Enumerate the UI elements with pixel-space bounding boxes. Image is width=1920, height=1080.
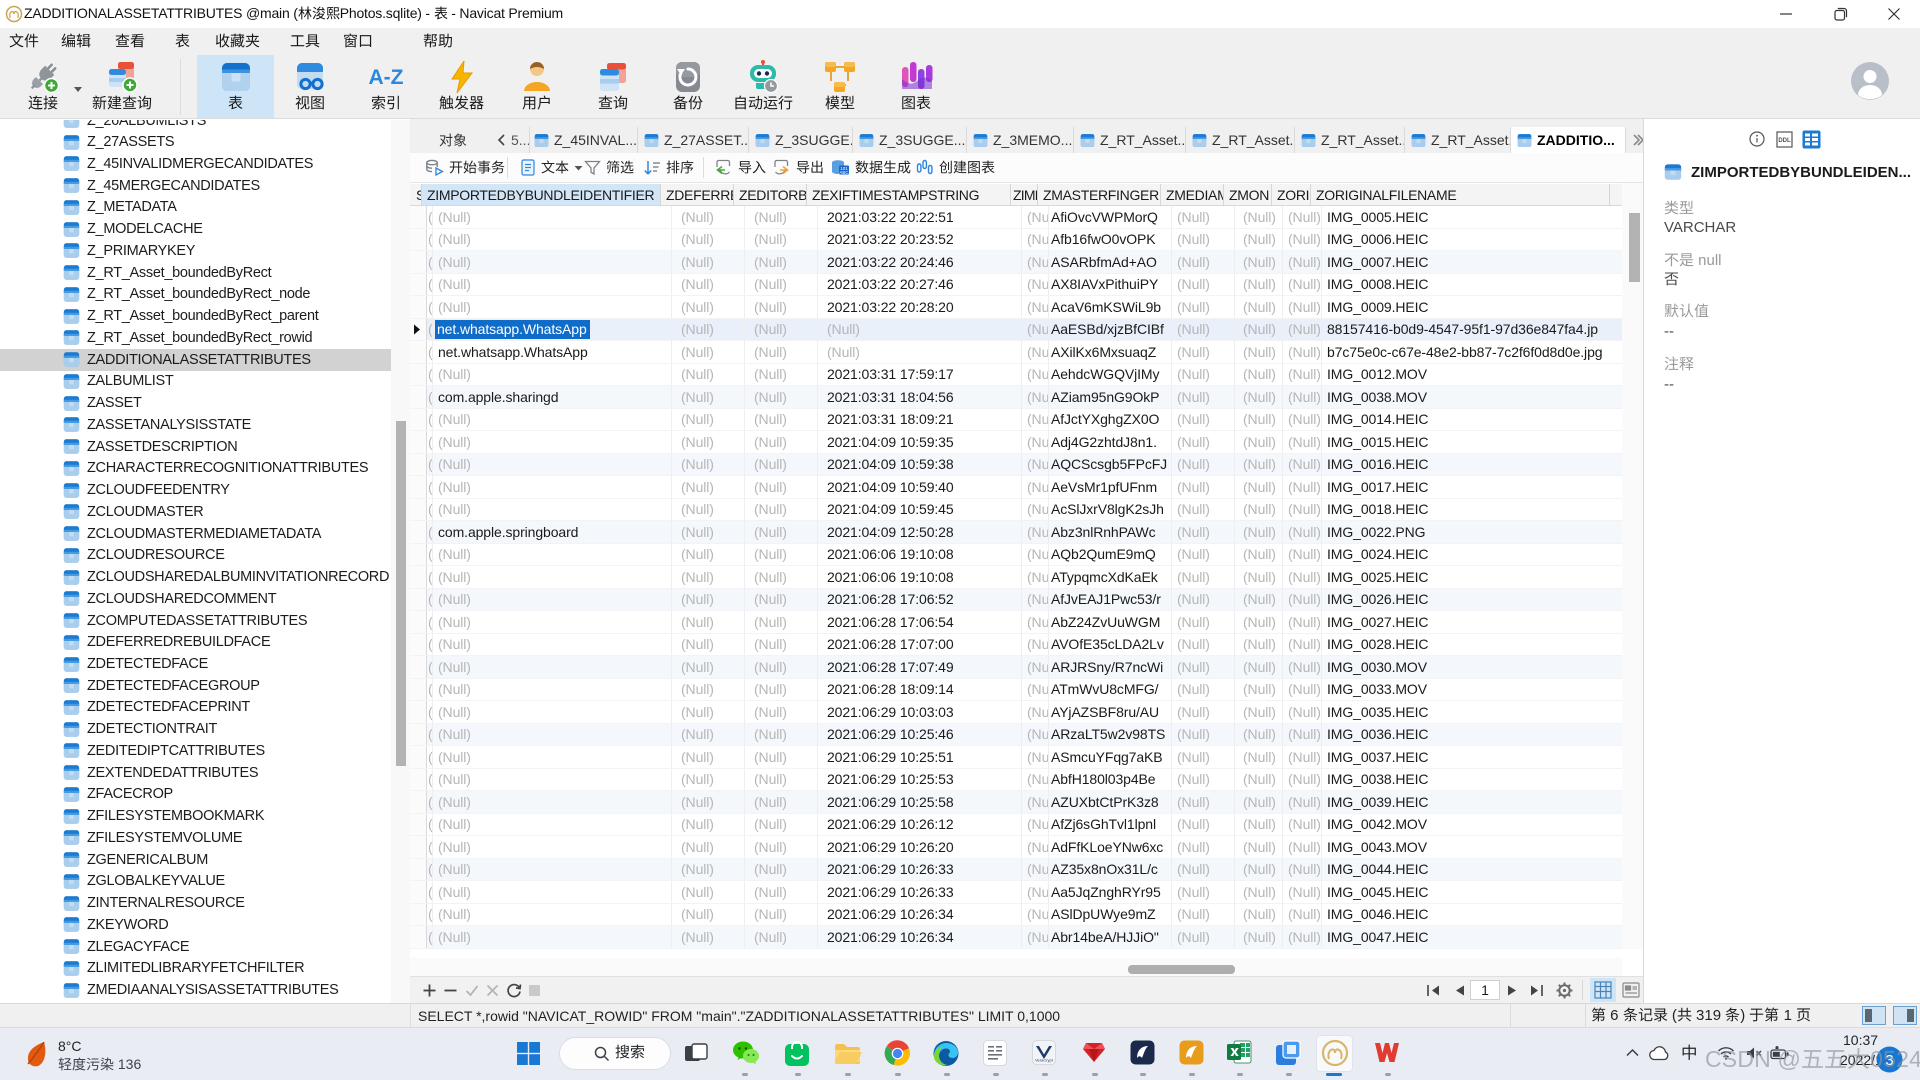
svg-text:A-Z: A-Z <box>369 66 404 89</box>
svg-text:ABC: ABC <box>839 170 849 175</box>
svg-text:DDL: DDL <box>1778 138 1791 144</box>
svg-text:VeraCrypt: VeraCrypt <box>1035 1058 1054 1063</box>
